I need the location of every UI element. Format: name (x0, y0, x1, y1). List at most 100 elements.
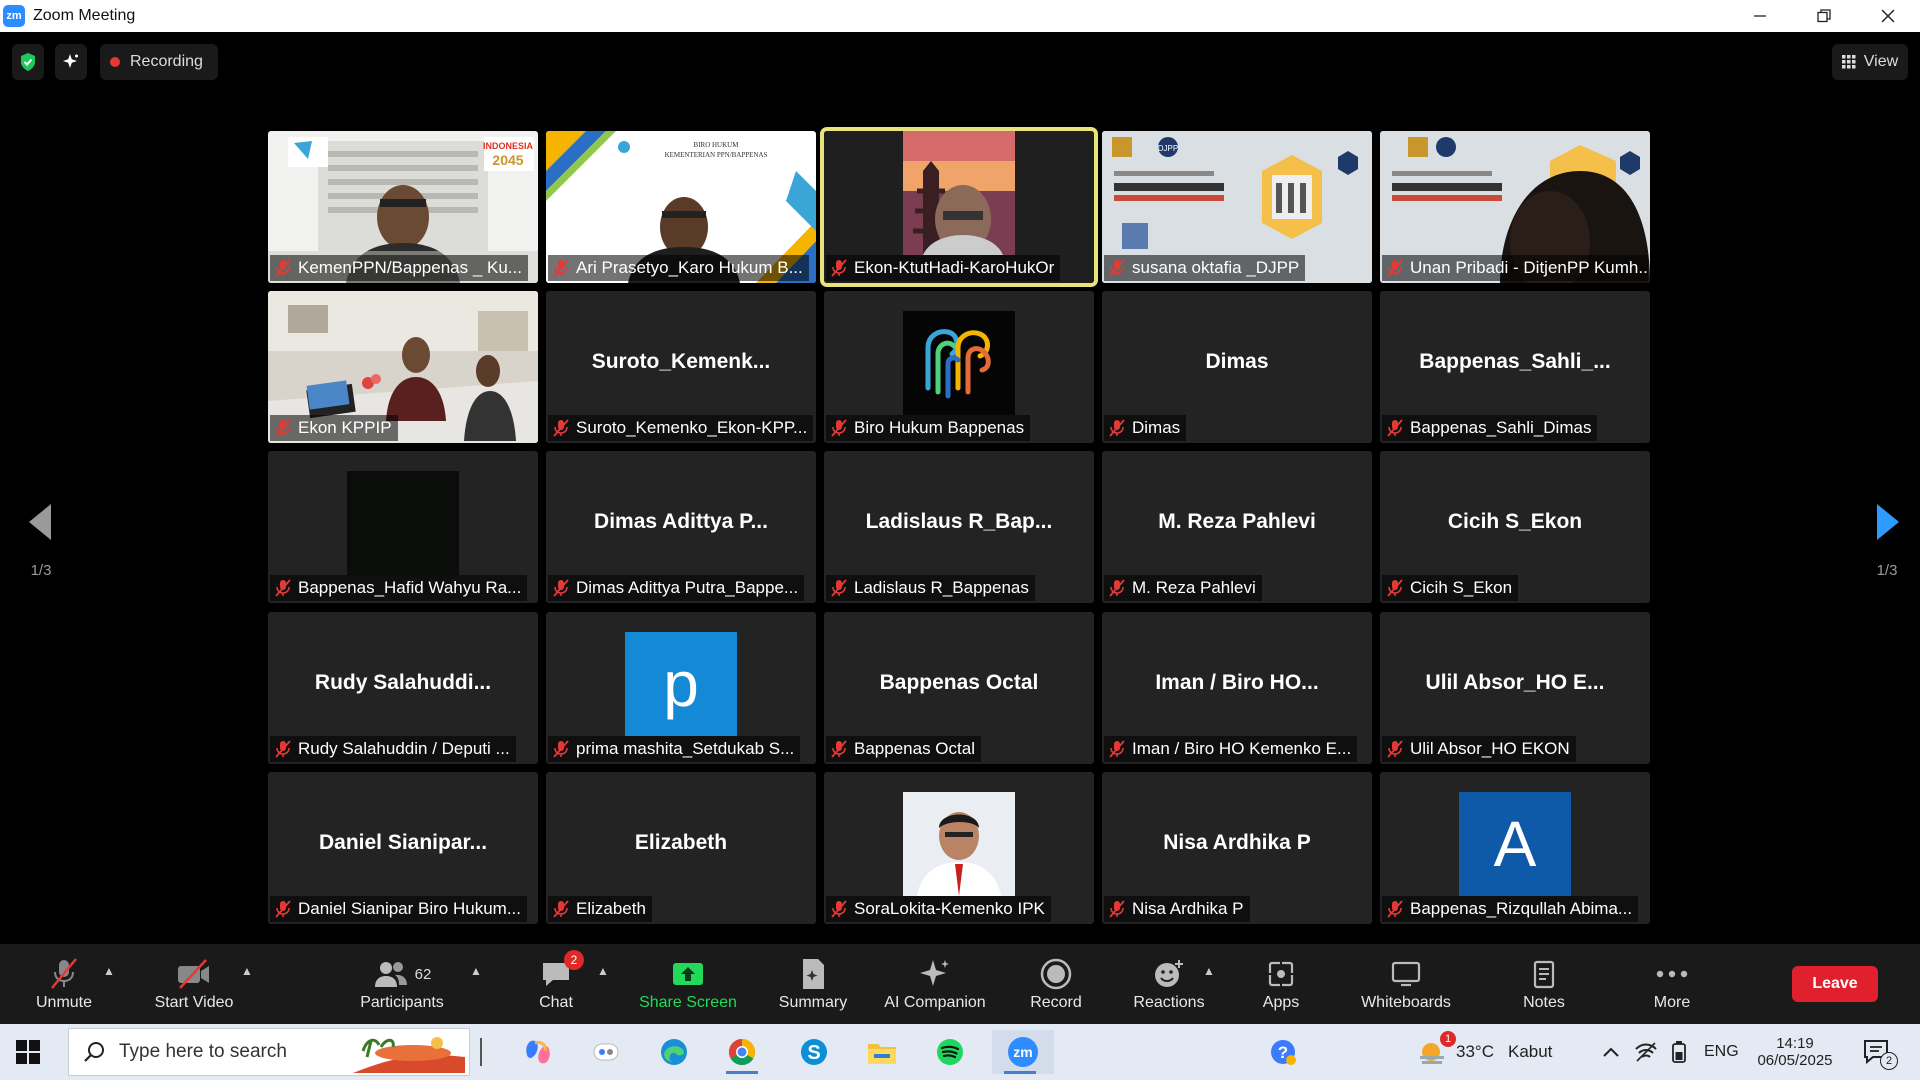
participant-tile[interactable]: Ladislaus R_Bap... Ladislaus R_Bappenas (824, 451, 1094, 603)
participant-tile[interactable]: Rudy Salahuddi... Rudy Salahuddin / Deput… (268, 612, 538, 764)
participant-tile[interactable]: BIRO HUKUM KEMENTERIAN PPN/BAPPENAS Ari Pr… (546, 131, 816, 283)
leave-button[interactable]: Leave (1792, 966, 1878, 1002)
svg-text:DJPP: DJPP (1158, 144, 1178, 153)
unmute-label: Unmute (35, 994, 93, 1011)
taskbar-link-app-icon[interactable] (578, 1030, 634, 1074)
participant-tile[interactable]: Dimas Dimas (1102, 291, 1372, 443)
notes-button[interactable]: Notes (1504, 944, 1584, 1024)
chat-button[interactable]: 2 Chat (516, 944, 596, 1024)
taskbar-zoom-icon[interactable]: zm (992, 1030, 1054, 1074)
start-video-button[interactable]: Start Video (148, 944, 240, 1024)
participant-tile[interactable]: Unan Pribadi - DitjenPP Kumh... (1380, 131, 1650, 283)
participant-tile[interactable]: M. Reza Pahlevi M. Reza Pahlevi (1102, 451, 1372, 603)
minimize-button[interactable] (1728, 0, 1792, 32)
chat-options-caret-icon[interactable]: ▲ (597, 964, 609, 978)
participant-tile[interactable]: SoraLokita-Kemenko IPK (824, 772, 1094, 924)
participant-tile[interactable]: Bappenas_Hafid Wahyu Ra... (268, 451, 538, 603)
audio-options-caret-icon[interactable]: ▲ (103, 964, 115, 978)
tray-overflow-chevron-icon[interactable] (1602, 1024, 1620, 1080)
taskbar-copilot-icon[interactable] (510, 1030, 566, 1074)
participant-tile[interactable]: Ekon KPPIP (268, 291, 538, 443)
participant-tile[interactable]: Suroto_Kemenk... Suroto_Kemenko_Ekon-KPP.… (546, 291, 816, 443)
weather-widget[interactable]: 1 33°C Kabut (1418, 1024, 1552, 1080)
participant-tile[interactable]: Ulil Absor_HO E... Ulil Absor_HO EKON (1380, 612, 1650, 764)
participant-tile[interactable]: Daniel Sianipar... Daniel Sianipar Biro H… (268, 772, 538, 924)
more-label: More (1653, 994, 1691, 1011)
reactions-options-caret-icon[interactable]: ▲ (1203, 964, 1215, 978)
whiteboards-button[interactable]: Whiteboards (1348, 944, 1464, 1024)
restore-icon (1817, 9, 1831, 23)
mic-muted-icon (1386, 259, 1404, 277)
summary-button[interactable]: Summary (770, 944, 856, 1024)
taskbar-search-box[interactable]: Type here to search (68, 1028, 470, 1076)
participant-name-label: Iman / Biro HO Kemenko E... (1104, 736, 1358, 762)
participant-tile[interactable]: Biro Hukum Bappenas (824, 291, 1094, 443)
participant-tile[interactable]: DJPP susana oktafia _DJPP (1102, 131, 1372, 283)
taskbar-file-explorer-icon[interactable] (854, 1030, 910, 1074)
recording-indicator[interactable]: Recording (100, 44, 218, 80)
taskbar-spotify-icon[interactable] (922, 1030, 978, 1074)
start-button[interactable] (14, 1038, 42, 1066)
participant-name-label: Dimas Adittya Putra_Bappe... (548, 575, 805, 601)
participant-tile[interactable]: A Bappenas_Rizqullah Abima... (1380, 772, 1650, 924)
search-icon (84, 1042, 104, 1062)
language-indicator[interactable]: ENG (1704, 1024, 1739, 1080)
participant-tile[interactable]: Elizabeth Elizabeth (546, 772, 816, 924)
mic-muted-icon (274, 419, 292, 437)
participant-name: Cicih S_Ekon (1410, 578, 1513, 597)
restore-button[interactable] (1792, 0, 1856, 32)
apps-button[interactable]: Apps (1240, 944, 1322, 1024)
participant-tile[interactable]: Bappenas_Sahli_... Bappenas_Sahli_Dimas (1380, 291, 1650, 443)
ai-indicator-button[interactable] (55, 44, 87, 80)
participants-button[interactable]: 62 Participants (354, 944, 450, 1024)
security-button[interactable] (12, 44, 44, 80)
participant-tile[interactable]: Ekon-KtutHadi-KaroHukOr (820, 127, 1098, 287)
camera-off-icon (178, 959, 209, 989)
battery-icon[interactable] (1670, 1024, 1688, 1080)
mic-muted-icon (1108, 259, 1126, 277)
help-icon[interactable]: ? (1268, 1024, 1298, 1080)
share-screen-button[interactable]: Share Screen (632, 944, 744, 1024)
ai-companion-button[interactable]: AI Companion (874, 944, 996, 1024)
participant-tile[interactable]: Cicih S_Ekon Cicih S_Ekon (1380, 451, 1650, 603)
mic-muted-icon (552, 419, 570, 437)
participant-name: susana oktafia _DJPP (1132, 258, 1300, 277)
participant-tile[interactable]: Nisa Ardhika P Nisa Ardhika P (1102, 772, 1372, 924)
participant-tile[interactable]: INDONESIA 2045 KemenPPN/Bappenas _ Ku... (268, 131, 538, 283)
participant-tile[interactable]: Bappenas Octal Bappenas Octal (824, 612, 1094, 764)
participants-options-caret-icon[interactable]: ▲ (470, 964, 482, 978)
mic-muted-icon (1108, 419, 1126, 437)
mic-muted-icon (1108, 740, 1126, 758)
video-options-caret-icon[interactable]: ▲ (241, 964, 253, 978)
next-page-button[interactable] (1868, 502, 1908, 542)
previous-page-button[interactable] (20, 502, 60, 542)
video-grid: INDONESIA 2045 KemenPPN/Bappenas _ Ku... BI… (268, 127, 1652, 928)
participant-name-label: Elizabeth (548, 896, 652, 922)
record-button[interactable]: Record (1016, 944, 1096, 1024)
chat-unread-badge: 2 (564, 950, 584, 970)
mic-muted-icon (274, 900, 292, 918)
taskbar-edge-icon[interactable] (646, 1030, 702, 1074)
taskbar-clock[interactable]: 14:19 06/05/2025 (1750, 1024, 1840, 1080)
taskbar-skype-icon[interactable]: S (786, 1030, 842, 1074)
network-icon[interactable] (1634, 1024, 1658, 1080)
participant-name-label: Bappenas_Hafid Wahyu Ra... (270, 575, 528, 601)
participant-tile[interactable]: Iman / Biro HO... Iman / Biro HO Kemenko … (1102, 612, 1372, 764)
view-button[interactable]: View (1832, 44, 1908, 80)
participant-tile[interactable]: p prima mashita_Setdukab S... (546, 612, 816, 764)
unmute-button[interactable]: Unmute (24, 944, 104, 1024)
participant-name: Bappenas_Sahli_Dimas (1410, 418, 1592, 437)
reactions-button[interactable]: Reactions (1124, 944, 1214, 1024)
participant-name: KemenPPN/Bappenas _ Ku... (298, 258, 522, 277)
participant-tile[interactable]: Dimas Adittya P... Dimas Adittya Putra_Ba… (546, 451, 816, 603)
participant-name: Suroto_Kemenko_Ekon-KPP... (576, 418, 808, 437)
participant-name: Ekon-KtutHadi-KaroHukOr (854, 258, 1055, 277)
notification-center-button[interactable]: 2 (1862, 1024, 1898, 1080)
mic-muted-icon (1108, 579, 1126, 597)
microphone-muted-icon (51, 958, 77, 989)
mic-muted-icon (552, 579, 570, 597)
taskbar-chrome-icon[interactable] (714, 1030, 770, 1074)
summary-label: Summary (778, 994, 848, 1011)
more-button[interactable]: More (1632, 944, 1712, 1024)
close-button[interactable] (1856, 0, 1920, 32)
